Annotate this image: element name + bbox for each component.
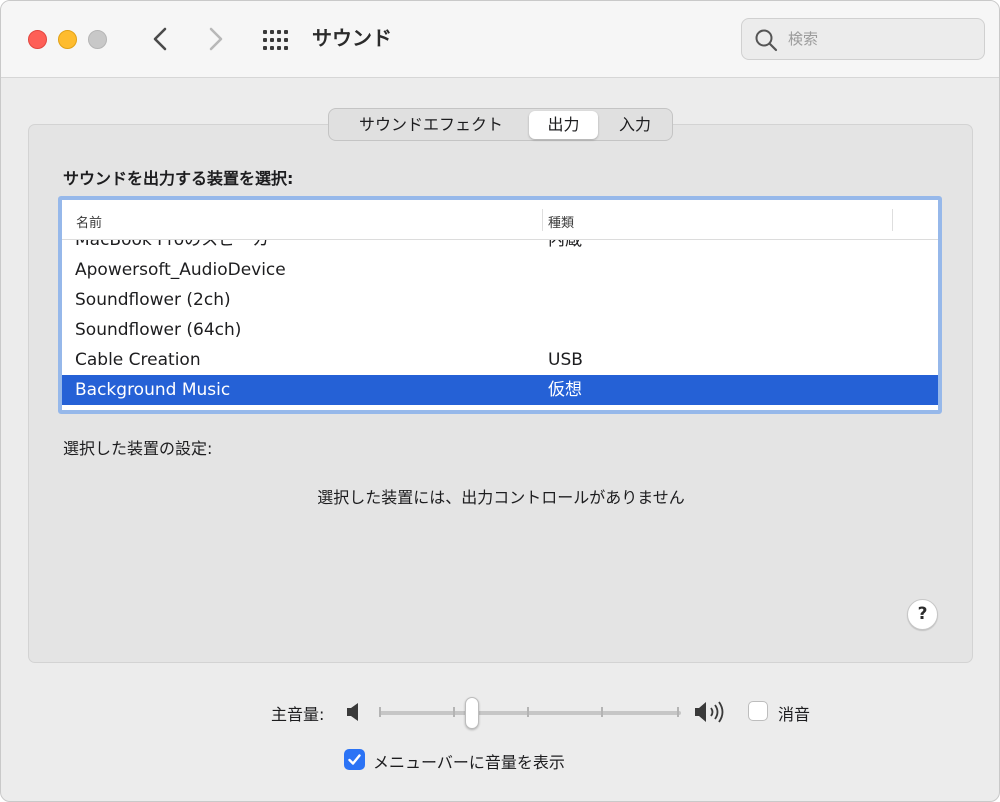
slider-tick (379, 707, 381, 717)
volume-slider-knob[interactable] (465, 697, 479, 729)
back-button[interactable] (147, 23, 175, 55)
device-name: Soundflower (64ch) (75, 320, 242, 340)
title-bar: サウンド (1, 1, 999, 78)
slider-tick (677, 707, 679, 717)
zoom-button[interactable] (88, 30, 107, 49)
output-device-table[interactable]: 名前 種類 MacBook Proのスピーカ 内蔵 Apowersoft_Aud… (58, 196, 942, 414)
column-header-type[interactable]: 種類 (548, 212, 574, 231)
search-input[interactable] (788, 25, 968, 53)
speaker-low-icon (347, 703, 358, 721)
output-device-heading: サウンドを出力する装置を選択: (63, 169, 294, 188)
device-name: MacBook Proのスピーカ (75, 240, 270, 250)
device-name: Cable Creation (75, 350, 201, 370)
table-row[interactable]: Apowersoft_AudioDevice (62, 255, 938, 285)
table-header: 名前 種類 (62, 200, 938, 240)
volume-label: 主音量: (271, 705, 325, 724)
help-button[interactable]: ? (907, 599, 938, 630)
show-volume-in-menubar-label: メニューバーに音量を表示 (373, 753, 565, 772)
grid-icon (263, 30, 288, 50)
device-name: Apowersoft_AudioDevice (75, 260, 286, 280)
checkmark-icon (348, 754, 361, 765)
slider-tick (527, 707, 529, 717)
device-settings-label: 選択した装置の設定: (63, 439, 213, 458)
table-row[interactable]: Soundflower (64ch) (62, 315, 938, 345)
device-name: Background Music (75, 380, 231, 400)
mute-checkbox[interactable] (748, 701, 768, 721)
tab-sound-effects[interactable]: サウンドエフェクト (339, 111, 523, 139)
table-row[interactable]: Cable Creation USB (62, 345, 938, 375)
tab-output[interactable]: 出力 (529, 111, 598, 139)
search-field[interactable] (741, 18, 985, 60)
table-rows: MacBook Proのスピーカ 内蔵 Apowersoft_AudioDevi… (62, 240, 938, 410)
show-volume-in-menubar-checkbox[interactable] (344, 749, 365, 770)
slider-track (379, 711, 681, 715)
device-type: 内蔵 (548, 240, 582, 250)
tab-input[interactable]: 入力 (605, 111, 665, 139)
device-type: 仮想 (548, 380, 582, 400)
column-divider (892, 209, 893, 231)
speaker-high-icon (695, 701, 724, 723)
table-row[interactable]: MacBook Proのスピーカ 内蔵 (62, 240, 938, 255)
table-row[interactable]: Soundflower (2ch) (62, 285, 938, 315)
chevron-right-icon (209, 27, 223, 51)
tab-bar: サウンドエフェクト 出力 入力 (328, 108, 673, 141)
window-title: サウンド (312, 26, 392, 50)
slider-tick (601, 707, 603, 717)
no-controls-message: 選択した装置には、出力コントロールがありません (317, 488, 685, 507)
device-name: Soundflower (2ch) (75, 290, 231, 310)
slider-tick (453, 707, 455, 717)
forward-button[interactable] (201, 23, 229, 55)
table-row-selected[interactable]: Background Music 仮想 (62, 375, 938, 405)
column-divider (542, 209, 543, 231)
chevron-left-icon (153, 27, 167, 51)
column-header-name[interactable]: 名前 (76, 212, 102, 231)
search-icon (755, 29, 778, 52)
show-all-button[interactable] (259, 25, 293, 55)
sound-preferences-window: サウンド サウンドエフェクト 出力 入力 サウンドを出力する装置を選択: 名前 … (0, 0, 1000, 802)
volume-slider[interactable] (379, 695, 681, 729)
mute-label: 消音 (778, 705, 811, 724)
minimize-button[interactable] (58, 30, 77, 49)
device-type: USB (548, 350, 583, 370)
close-button[interactable] (28, 30, 47, 49)
